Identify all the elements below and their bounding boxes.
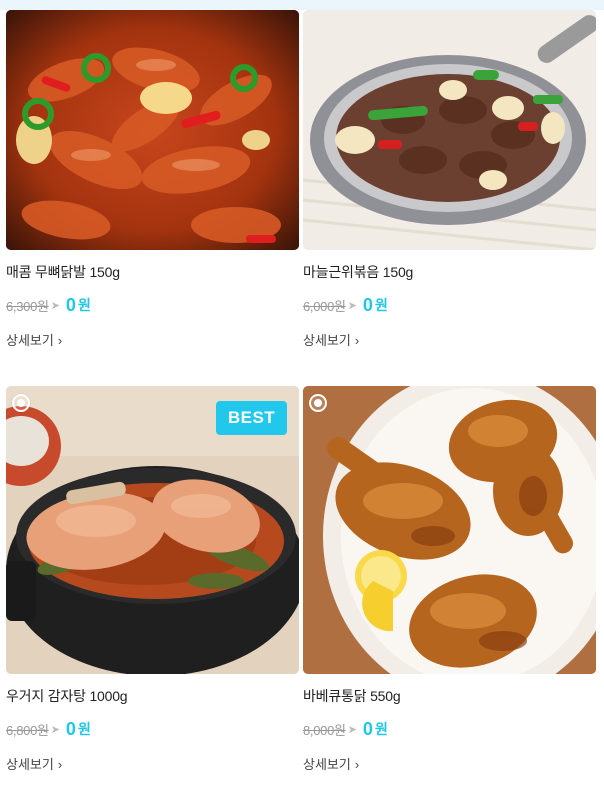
chevron-right-icon: › [354, 757, 360, 772]
sale-price: 0 [362, 294, 373, 315]
original-price: 6,800원 [6, 722, 49, 738]
product-image-bbq-chicken[interactable] [303, 386, 596, 674]
product-image-gizzard[interactable] [303, 10, 596, 250]
view-details-link[interactable]: 상세보기 › [303, 756, 359, 774]
chevron-right-icon: › [57, 757, 63, 772]
original-price: 6,000원 [303, 298, 346, 314]
sale-price: 0 [362, 718, 373, 739]
product-name[interactable]: 매콤 무뼈닭발 150g [6, 262, 299, 282]
product-card[interactable]: 매콤 무뼈닭발 150g 6,300원 ➤ 0 원 상세보기 › [6, 10, 299, 350]
sale-price: 0 [65, 718, 76, 739]
sale-price: 0 [65, 294, 76, 315]
product-card[interactable]: 바베큐통닭 550g 8,000원 ➤ 0 원 상세보기 › [303, 386, 596, 774]
product-grid: 매콤 무뼈닭발 150g 6,300원 ➤ 0 원 상세보기 › 마늘근위볶음 … [0, 0, 604, 790]
view-details-label: 상세보기 [303, 757, 351, 772]
product-name[interactable]: 마늘근위볶음 150g [303, 262, 596, 282]
sale-currency: 원 [374, 721, 388, 737]
view-details-link[interactable]: 상세보기 › [6, 332, 62, 350]
price-row: 6,300원 ➤ 0 원 [6, 294, 299, 316]
view-details-label: 상세보기 [6, 333, 54, 348]
price-row: 8,000원 ➤ 0 원 [303, 718, 596, 740]
product-name[interactable]: 바베큐통닭 550g [303, 686, 596, 706]
chevron-right-icon: › [57, 333, 63, 348]
select-radio-icon[interactable] [309, 394, 327, 412]
select-radio-icon[interactable] [12, 394, 30, 412]
view-details-label: 상세보기 [303, 333, 351, 348]
price-row: 6,000원 ➤ 0 원 [303, 294, 596, 316]
product-image-chicken-feet[interactable] [6, 10, 299, 250]
price-row: 6,800원 ➤ 0 원 [6, 718, 299, 740]
sale-currency: 원 [77, 721, 91, 737]
arrow-right-icon: ➤ [50, 299, 60, 312]
sale-currency: 원 [374, 297, 388, 313]
view-details-label: 상세보기 [6, 757, 54, 772]
product-image-gamjatang[interactable]: BEST [6, 386, 299, 674]
view-details-link[interactable]: 상세보기 › [303, 332, 359, 350]
original-price: 6,300원 [6, 298, 49, 314]
product-card[interactable]: 마늘근위볶음 150g 6,000원 ➤ 0 원 상세보기 › [303, 10, 596, 350]
view-details-link[interactable]: 상세보기 › [6, 756, 62, 774]
product-card[interactable]: BEST 우거지 감자탕 1000g 6,800원 ➤ 0 원 상세보기 › [6, 386, 299, 774]
sale-currency: 원 [77, 297, 91, 313]
arrow-right-icon: ➤ [347, 299, 357, 312]
chevron-right-icon: › [354, 333, 360, 348]
arrow-right-icon: ➤ [347, 723, 357, 736]
arrow-right-icon: ➤ [50, 723, 60, 736]
original-price: 8,000원 [303, 722, 346, 738]
product-name[interactable]: 우거지 감자탕 1000g [6, 686, 299, 706]
best-badge: BEST [216, 401, 287, 435]
